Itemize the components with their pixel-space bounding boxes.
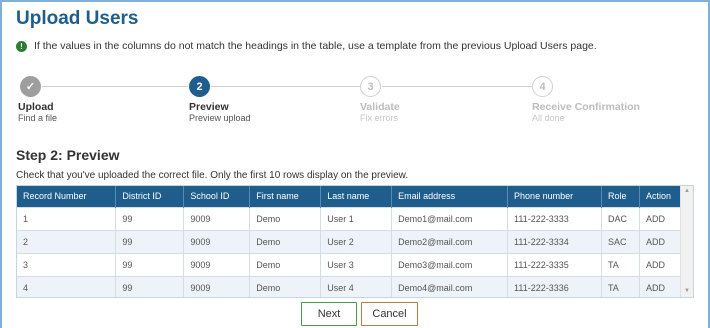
table-cell: Demo3@mail.com bbox=[391, 252, 509, 276]
table-cell: 99 bbox=[115, 252, 185, 276]
table-cell: User 3 bbox=[320, 252, 393, 276]
table-cell: Demo bbox=[249, 229, 322, 253]
column-header: School ID bbox=[183, 186, 251, 207]
table-cell: Demo2@mail.com bbox=[391, 229, 509, 253]
step-validate: 3 bbox=[360, 76, 381, 97]
step-upload-sublabel: Find a file bbox=[18, 113, 58, 123]
table-cell: Demo1@mail.com bbox=[391, 206, 509, 230]
table-cell: 111-222-3335 bbox=[507, 252, 602, 276]
table-cell: 2 bbox=[17, 229, 117, 253]
table-cell: ADD bbox=[639, 206, 683, 230]
table-row: 1 99 9009 Demo User 1 Demo1@mail.com 111… bbox=[17, 206, 683, 230]
table-cell: Demo bbox=[249, 206, 322, 230]
step-validate-label: Validate bbox=[360, 101, 400, 113]
step-confirmation-label: Receive Confirmation bbox=[532, 101, 640, 113]
table-cell: 9009 bbox=[183, 229, 251, 253]
table-cell: TA bbox=[601, 252, 640, 276]
step-confirmation: 4 bbox=[532, 76, 553, 97]
table-cell: 9009 bbox=[183, 275, 251, 297]
table-cell: 111-222-3333 bbox=[507, 206, 602, 230]
column-header: Phone number bbox=[507, 186, 602, 207]
table-cell: User 1 bbox=[320, 206, 393, 230]
table-cell: ADD bbox=[639, 252, 683, 276]
table-cell: 99 bbox=[115, 206, 185, 230]
scroll-up-arrow-icon[interactable]: ▲ bbox=[681, 186, 693, 197]
next-button[interactable]: Next bbox=[301, 302, 357, 326]
cancel-button[interactable]: Cancel bbox=[361, 302, 418, 326]
column-header: Record Number bbox=[17, 186, 117, 207]
checkmark-icon: ✓ bbox=[20, 76, 41, 97]
step-validate-number: 3 bbox=[360, 76, 381, 97]
stepper-track-3 bbox=[382, 86, 532, 87]
table-cell: ADD bbox=[639, 275, 683, 297]
preview-table-container[interactable]: Record Number District ID School ID Firs… bbox=[16, 185, 694, 298]
table-cell: ADD bbox=[639, 229, 683, 253]
step-confirmation-sublabel: All done bbox=[532, 113, 565, 123]
info-message: ! If the values in the columns do not ma… bbox=[16, 40, 597, 52]
table-cell: 99 bbox=[115, 229, 185, 253]
table-row: 4 99 9009 Demo User 4 Demo4@mail.com 111… bbox=[17, 275, 683, 297]
table-cell: DAC bbox=[601, 206, 640, 230]
table-cell: 111-222-3334 bbox=[507, 229, 602, 253]
step-preview-sublabel: Preview upload bbox=[189, 113, 251, 123]
step-upload-label: Upload bbox=[18, 101, 54, 113]
table-cell: TA bbox=[601, 275, 640, 297]
step-preview: 2 bbox=[189, 76, 210, 97]
column-header: Role bbox=[601, 186, 640, 207]
table-row: 3 99 9009 Demo User 3 Demo3@mail.com 111… bbox=[17, 252, 683, 276]
step-preview-label: Preview bbox=[189, 101, 229, 113]
table-cell: 1 bbox=[17, 206, 117, 230]
column-header: First name bbox=[249, 186, 322, 207]
step-validate-sublabel: Fix errors bbox=[360, 113, 398, 123]
table-cell: 4 bbox=[17, 275, 117, 297]
column-header: Email address bbox=[391, 186, 509, 207]
preview-table: Record Number District ID School ID Firs… bbox=[17, 186, 683, 297]
stepper-track-2 bbox=[211, 86, 361, 87]
section-description: Check that you've uploaded the correct f… bbox=[16, 170, 409, 181]
scroll-down-arrow-icon[interactable]: ▼ bbox=[681, 286, 693, 297]
table-header-row: Record Number District ID School ID Firs… bbox=[17, 186, 683, 207]
column-header: District ID bbox=[115, 186, 185, 207]
step-preview-number: 2 bbox=[189, 76, 210, 97]
stepper-track-1 bbox=[42, 86, 188, 87]
table-cell: 3 bbox=[17, 252, 117, 276]
table-cell: Demo4@mail.com bbox=[391, 275, 509, 297]
section-heading: Step 2: Preview bbox=[16, 147, 120, 163]
info-icon: ! bbox=[16, 40, 27, 52]
table-scrollbar[interactable]: ▲ ▼ bbox=[680, 186, 693, 297]
table-cell: 9009 bbox=[183, 206, 251, 230]
table-cell: User 4 bbox=[320, 275, 393, 297]
info-message-text: If the values in the columns do not matc… bbox=[34, 40, 597, 52]
column-header: Action bbox=[639, 186, 683, 207]
page-title: Upload Users bbox=[16, 8, 139, 29]
step-confirmation-number: 4 bbox=[532, 76, 553, 97]
table-row: 2 99 9009 Demo User 2 Demo2@mail.com 111… bbox=[17, 229, 683, 253]
column-header: Last name bbox=[320, 186, 393, 207]
table-cell: Demo bbox=[249, 275, 322, 297]
table-cell: Demo bbox=[249, 252, 322, 276]
table-cell: 9009 bbox=[183, 252, 251, 276]
progress-stepper: ✓ Upload Find a file 2 Preview Preview u… bbox=[0, 76, 710, 126]
table-cell: SAC bbox=[601, 229, 640, 253]
table-cell: 99 bbox=[115, 275, 185, 297]
table-cell: 111-222-3336 bbox=[507, 275, 602, 297]
table-cell: User 2 bbox=[320, 229, 393, 253]
step-upload: ✓ bbox=[20, 76, 41, 97]
